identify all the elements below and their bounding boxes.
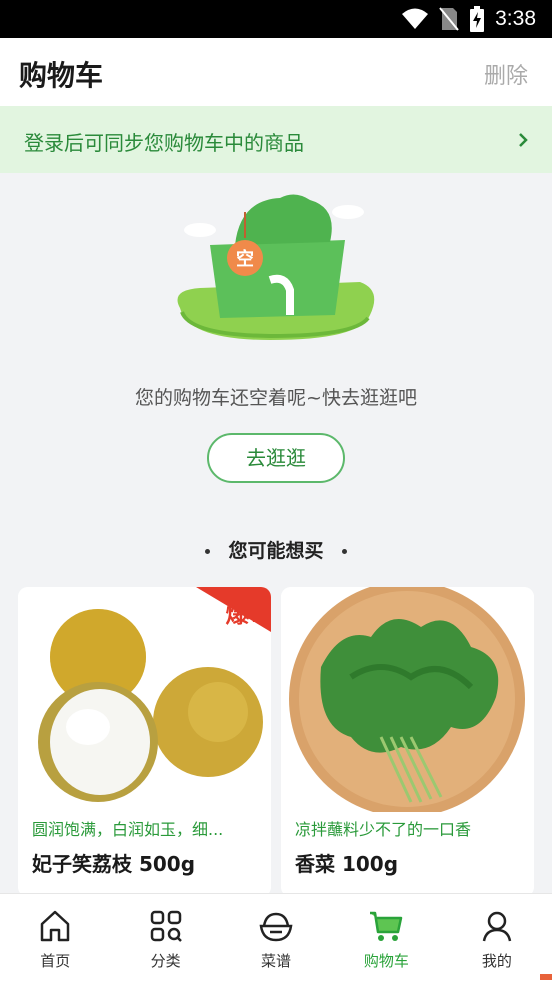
empty-cart-illustration: 空 bbox=[177, 194, 375, 340]
tab-label: 首页 bbox=[40, 952, 71, 970]
recommend-title-text: 您可能想买 bbox=[228, 540, 324, 562]
status-bar: 3:38 bbox=[0, 0, 552, 38]
tab-recipe[interactable]: 菜谱 bbox=[221, 894, 331, 981]
empty-cart-message: 您的购物车还空着呢~快去逛逛吧 bbox=[135, 387, 417, 409]
coriander-product-image bbox=[281, 587, 534, 812]
product-card-lychee[interactable]: 爆! 圆润饱满，白润如玉，细... 妃子笑荔枝 500g bbox=[18, 587, 271, 897]
user-icon bbox=[482, 911, 512, 942]
battery-charging-icon bbox=[470, 6, 485, 32]
recipe-bowl-icon bbox=[259, 912, 293, 942]
home-icon bbox=[40, 910, 70, 942]
title-dot-left bbox=[205, 549, 211, 554]
hot-badge-text: 爆! bbox=[226, 600, 261, 628]
login-sync-banner[interactable]: 登录后可同步您购物车中的商品 bbox=[0, 106, 552, 173]
tab-home[interactable]: 首页 bbox=[0, 894, 110, 981]
lychee-product-image: 爆! bbox=[18, 587, 271, 812]
title-dot-right bbox=[341, 549, 347, 554]
tab-label: 购物车 bbox=[363, 952, 409, 970]
corner-indicator bbox=[540, 974, 552, 980]
login-banner-text: 登录后可同步您购物车中的商品 bbox=[24, 131, 304, 155]
product-name: 妃子笑荔枝 500g bbox=[32, 852, 196, 876]
page-title: 购物车 bbox=[19, 59, 104, 92]
chevron-right-icon bbox=[519, 133, 528, 147]
header: 购物车 删除 bbox=[0, 38, 552, 106]
status-icons: 3:38 bbox=[401, 6, 536, 32]
tab-cart[interactable]: 购物车 bbox=[331, 894, 441, 981]
tab-label: 分类 bbox=[150, 952, 181, 970]
recommend-section-title: 您可能想买 bbox=[0, 536, 552, 563]
clock-time: 3:38 bbox=[495, 7, 536, 30]
tab-label: 菜谱 bbox=[261, 952, 292, 970]
tab-mine[interactable]: 我的 bbox=[442, 894, 552, 981]
product-name: 香菜 100g bbox=[295, 852, 399, 876]
delete-button[interactable]: 删除 bbox=[484, 58, 528, 90]
product-slogan: 凉拌蘸料少不了的一口香 bbox=[295, 820, 472, 839]
category-icon bbox=[150, 910, 182, 942]
cart-icon bbox=[370, 911, 403, 941]
no-sim-icon bbox=[439, 7, 459, 31]
product-slogan: 圆润饱满，白润如玉，细... bbox=[32, 820, 224, 839]
wifi-icon bbox=[402, 8, 429, 29]
go-shopping-button[interactable]: 去逛逛 bbox=[207, 433, 345, 483]
tab-label: 我的 bbox=[481, 952, 512, 970]
product-card-coriander[interactable]: 凉拌蘸料少不了的一口香 香菜 100g bbox=[281, 587, 534, 897]
empty-tag-char: 空 bbox=[236, 248, 254, 270]
bottom-tab-bar: 首页 分类 菜谱 购物车 我的 bbox=[0, 893, 552, 981]
tab-category[interactable]: 分类 bbox=[110, 894, 220, 981]
